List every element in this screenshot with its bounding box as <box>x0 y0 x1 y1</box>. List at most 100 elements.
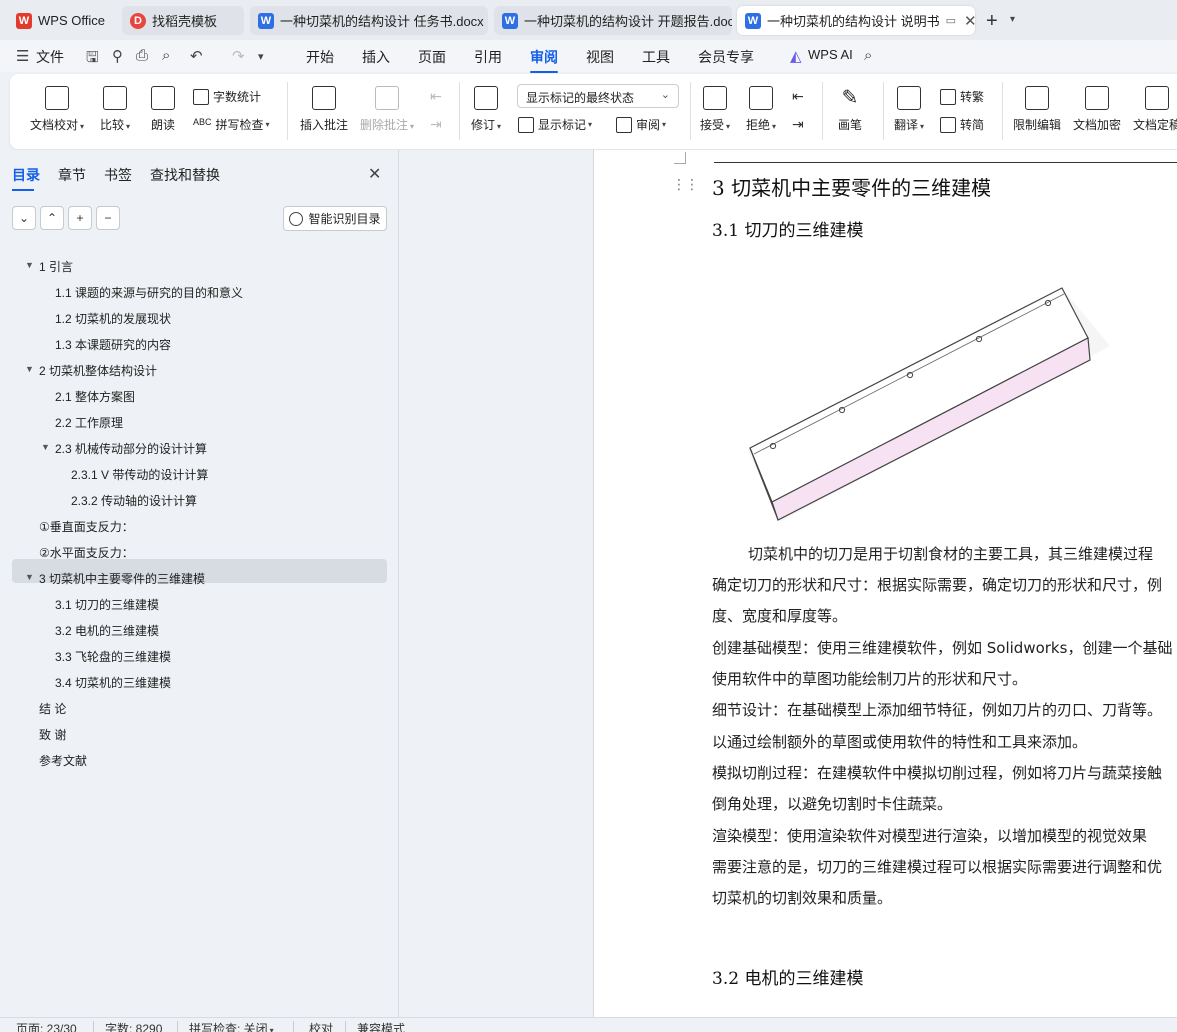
tab-task-doc[interactable]: W 一种切菜机的结构设计 任务书.docx <box>250 6 488 35</box>
doc-encrypt-button[interactable]: 文档加密 <box>1073 86 1121 133</box>
chevron-down-icon[interactable]: ▾ <box>1010 14 1015 25</box>
print-icon[interactable]: ⎙ <box>136 47 148 64</box>
chevron-down-icon: ⌄ <box>660 89 670 101</box>
expand-triangle-icon[interactable]: ▼ <box>25 364 34 374</box>
toc-item[interactable]: 致 谢 <box>39 726 66 743</box>
close-icon[interactable]: ✕ <box>964 12 975 30</box>
menu-references[interactable]: 引用 <box>474 47 502 67</box>
word-count-indicator[interactable]: 字数: 8290 <box>105 1020 162 1032</box>
toc-item[interactable]: 3.1 切刀的三维建模 <box>55 596 159 613</box>
menu-home[interactable]: 开始 <box>306 47 334 67</box>
toc-item[interactable]: 1.3 本课题研究的内容 <box>55 336 171 353</box>
spell-check-button[interactable]: ABC 拼写检查 ▾ <box>193 116 270 133</box>
search-icon[interactable]: ⌕ <box>864 47 872 64</box>
toc-item[interactable]: ▼ 2 切菜机整体结构设计 <box>25 362 157 379</box>
menu-review[interactable]: 审阅 <box>530 47 558 73</box>
markup-state-select[interactable]: 显示标记的最终状态 ⌄ <box>517 84 679 108</box>
expand-triangle-icon[interactable]: ▼ <box>41 442 50 452</box>
insert-comment-button[interactable]: 插入批注 <box>300 86 348 133</box>
toc-item-label: 2.3 机械传动部分的设计计算 <box>55 442 208 456</box>
reject-icon <box>749 86 774 110</box>
next-comment-icon[interactable]: ⇥ <box>430 116 442 133</box>
toc-item[interactable]: 结 论 <box>39 700 66 717</box>
doc-finalize-button[interactable]: 文档定稿 <box>1133 86 1177 133</box>
toc-item[interactable]: ▼ 2.3 机械传动部分的设计计算 <box>41 440 208 457</box>
toc-item[interactable]: 3.4 切菜机的三维建模 <box>55 674 171 691</box>
drag-handle-icon[interactable]: ⋮⋮ <box>672 176 699 193</box>
undo-icon[interactable]: ↶ <box>190 47 203 65</box>
expand-triangle-icon[interactable]: ▼ <box>25 260 34 270</box>
toc-item[interactable]: 1.1 课题的来源与研究的目的和意义 <box>55 284 243 301</box>
doc-check-button[interactable]: 文档校对 ▾ <box>30 86 84 133</box>
tab-manual-doc[interactable]: W 一种切菜机的结构设计 说明书 ▭ ✕ <box>737 6 975 35</box>
toc-item[interactable]: 1.2 切菜机的发展现状 <box>55 310 171 327</box>
toc-item[interactable]: ▼ 1 引言 <box>25 258 73 275</box>
tab-find-replace[interactable]: 查找和替换 <box>150 165 220 185</box>
close-icon[interactable]: ✕ <box>368 164 381 184</box>
toc-item[interactable]: 3.3 飞轮盘的三维建模 <box>55 648 171 665</box>
proofread-status[interactable]: 校对 <box>309 1020 333 1032</box>
toc-item[interactable]: 3.2 电机的三维建模 <box>55 622 159 639</box>
to-simplified-button[interactable]: 转简 <box>940 116 984 133</box>
pen-button[interactable]: ✎ 画笔 <box>838 86 862 133</box>
toc-item[interactable]: ①垂直面支反力： <box>39 518 134 535</box>
menu-view[interactable]: 视图 <box>586 47 614 67</box>
toc-item[interactable]: 参考文献 <box>39 752 87 769</box>
delete-comment-button[interactable]: 删除批注 ▾ <box>360 86 414 133</box>
spell-check-status[interactable]: 拼写检查: 关闭 ▾ <box>189 1020 274 1032</box>
read-aloud-button[interactable]: 朗读 <box>151 86 175 133</box>
toc-item[interactable]: 2.1 整体方案图 <box>55 388 135 405</box>
toc-item[interactable]: 2.3.1 V 带传动的设计计算 <box>71 466 208 483</box>
track-changes-button[interactable]: 修订 ▾ <box>471 86 501 133</box>
toc-item[interactable]: 2.2 工作原理 <box>55 414 123 431</box>
tab-toc[interactable]: 目录 <box>12 165 40 191</box>
next-change-icon[interactable]: ⇥ <box>792 116 804 133</box>
expand-all-button[interactable]: ⌄ <box>12 206 36 230</box>
add-heading-button[interactable]: + <box>68 206 92 230</box>
toc-item[interactable]: ②水平面支反力： <box>39 544 134 561</box>
compare-button[interactable]: 比较 ▾ <box>100 86 130 133</box>
hamburger-icon[interactable]: ☰ <box>16 47 29 65</box>
print-preview-icon[interactable]: ⌕ <box>162 47 170 64</box>
wps-ai-icon[interactable]: ◭ <box>790 47 802 65</box>
remove-heading-button[interactable]: − <box>96 206 120 230</box>
review-pane-icon <box>616 116 632 133</box>
page-indicator[interactable]: 页面: 23/30 <box>16 1020 77 1032</box>
tab-docer[interactable]: D 找稻壳模板 <box>122 6 244 35</box>
expand-triangle-icon[interactable]: ▼ <box>25 572 34 582</box>
word-count-button[interactable]: 字数统计 <box>193 88 261 105</box>
menu-page[interactable]: 页面 <box>418 47 446 67</box>
tab-chapters[interactable]: 章节 <box>58 165 86 185</box>
reject-button[interactable]: 拒绝 ▾ <box>746 86 776 133</box>
toc-item[interactable]: 2.3.2 传动轴的设计计算 <box>71 492 197 509</box>
to-traditional-button[interactable]: 转繁 <box>940 88 984 105</box>
menu-tools[interactable]: 工具 <box>642 47 670 67</box>
new-tab-icon[interactable]: + <box>986 10 998 33</box>
tab-wps-office[interactable]: W WPS Office <box>8 6 116 35</box>
restrict-edit-button[interactable]: 限制编辑 <box>1013 86 1061 133</box>
prev-comment-icon[interactable]: ⇤ <box>430 88 442 105</box>
tab-bookmarks[interactable]: 书签 <box>104 165 132 185</box>
collapse-all-button[interactable]: ⌃ <box>40 206 64 230</box>
save-icon[interactable]: 🖫 <box>86 47 99 72</box>
tab-proposal-doc[interactable]: W 一种切菜机的结构设计 开题报告.docx <box>494 6 732 35</box>
restrict-edit-label: 限制编辑 <box>1013 118 1062 132</box>
menu-insert[interactable]: 插入 <box>362 47 390 67</box>
menu-member[interactable]: 会员专享 <box>698 47 754 67</box>
redo-icon[interactable]: ↷ <box>232 47 245 65</box>
screen-icon[interactable]: ▭ <box>946 14 956 27</box>
word-count-label: 字数统计 <box>213 90 262 104</box>
translate-button[interactable]: 翻译 ▾ <box>894 86 924 133</box>
share-icon[interactable]: ⚲ <box>112 47 123 65</box>
divider <box>293 1021 294 1032</box>
doc-encrypt-label: 文档加密 <box>1073 118 1122 132</box>
prev-change-icon[interactable]: ⇤ <box>792 88 804 105</box>
menu-wps-ai[interactable]: WPS AI <box>808 47 853 62</box>
toc-item[interactable]: ▼ 3 切菜机中主要零件的三维建模 <box>25 570 205 587</box>
smart-toc-button[interactable]: 智能识别目录 <box>283 206 387 231</box>
chevron-down-icon[interactable]: ▾ <box>258 50 264 63</box>
menu-file[interactable]: 文件 <box>36 47 64 67</box>
accept-button[interactable]: 接受 ▾ <box>700 86 730 133</box>
show-markup-button[interactable]: 显示标记 ▾ <box>518 116 592 133</box>
review-pane-button[interactable]: 审阅 ▾ <box>616 116 666 133</box>
